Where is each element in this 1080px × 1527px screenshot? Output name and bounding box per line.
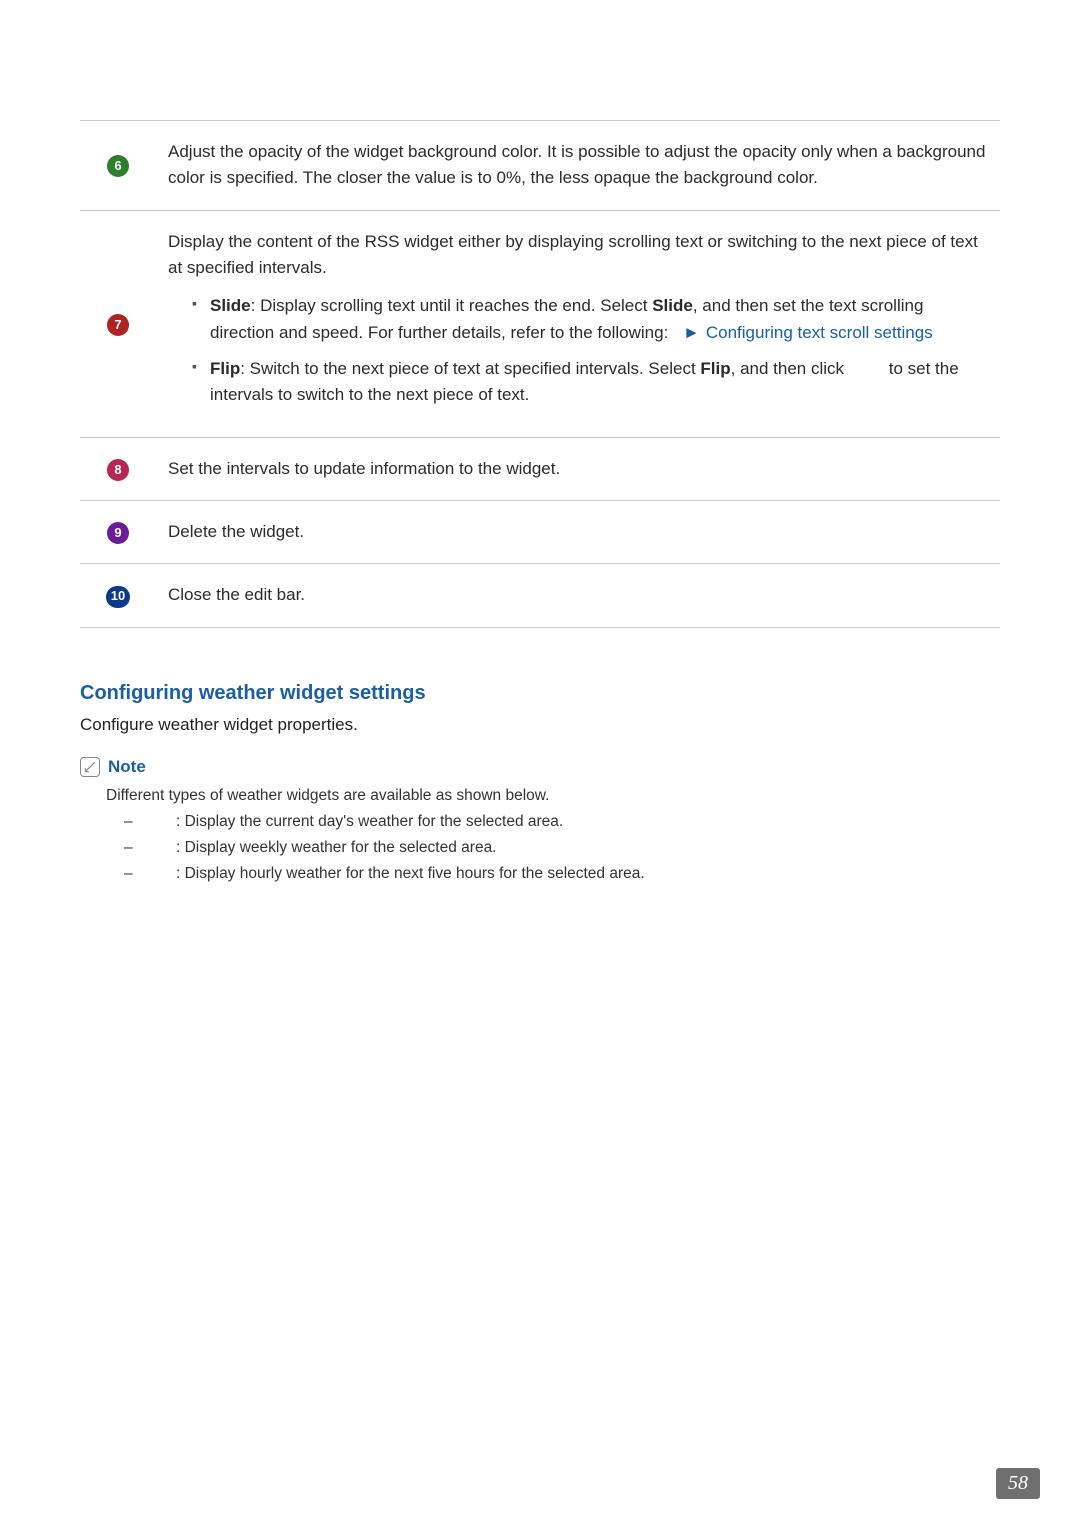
bullet-slide: Slide: Display scrolling text until it r… xyxy=(192,293,988,346)
note-intro: Different types of weather widgets are a… xyxy=(106,787,1000,805)
bullet-lead: Slide xyxy=(210,296,251,315)
note-header: Note xyxy=(80,757,1000,777)
bullet-text-a: : Switch to the next piece of text at sp… xyxy=(240,359,700,378)
document-page: 6 Adjust the opacity of the widget backg… xyxy=(0,0,1080,1527)
table-row: 8 Set the intervals to update informatio… xyxy=(80,437,1000,500)
note-icon xyxy=(80,757,100,777)
description-table: 6 Adjust the opacity of the widget backg… xyxy=(80,120,1000,628)
note-item-text: : Display the current day's weather for … xyxy=(176,813,563,830)
row-8-text: Set the intervals to update information … xyxy=(168,456,988,482)
note-body: Different types of weather widgets are a… xyxy=(80,787,1000,883)
bullet-text-a: : Display scrolling text until it reache… xyxy=(251,296,653,315)
bullet-lead2: Slide xyxy=(652,296,693,315)
note-item-text: : Display hourly weather for the next fi… xyxy=(176,865,645,882)
link-arrow-icon: ► xyxy=(683,323,700,342)
table-row: 9 Delete the widget. xyxy=(80,501,1000,564)
page-number: 58 xyxy=(996,1468,1040,1499)
row-7-content: Display the content of the RSS widget ei… xyxy=(168,229,988,409)
callout-badge-8: 8 xyxy=(107,459,129,481)
note-item: : Display hourly weather for the next fi… xyxy=(124,865,1000,883)
section-paragraph: Configure weather widget properties. xyxy=(80,715,1000,735)
note-item: : Display the current day's weather for … xyxy=(124,813,1000,831)
bullet-lead2: Flip xyxy=(700,359,730,378)
note-list: : Display the current day's weather for … xyxy=(106,813,1000,883)
row-10-text: Close the edit bar. xyxy=(168,582,988,608)
bullet-lead: Flip xyxy=(210,359,240,378)
bullet-flip: Flip: Switch to the next piece of text a… xyxy=(192,356,988,409)
bullet-text-b: , and then click xyxy=(731,359,844,378)
callout-badge-7: 7 xyxy=(107,314,129,336)
row-7-bullets: Slide: Display scrolling text until it r… xyxy=(168,293,988,408)
row-9-text: Delete the widget. xyxy=(168,519,988,545)
section-heading: Configuring weather widget settings xyxy=(80,682,1000,705)
table-row: 10 Close the edit bar. xyxy=(80,564,1000,627)
table-row: 7 Display the content of the RSS widget … xyxy=(80,210,1000,437)
callout-badge-10: 10 xyxy=(106,586,130,608)
table-row: 6 Adjust the opacity of the widget backg… xyxy=(80,121,1000,211)
callout-badge-6: 6 xyxy=(107,155,129,177)
row-7-intro: Display the content of the RSS widget ei… xyxy=(168,229,988,282)
note-item: : Display weekly weather for the selecte… xyxy=(124,839,1000,857)
note-item-text: : Display weekly weather for the selecte… xyxy=(176,839,497,856)
row-6-text: Adjust the opacity of the widget backgro… xyxy=(168,139,988,192)
callout-badge-9: 9 xyxy=(107,522,129,544)
note-label: Note xyxy=(108,757,146,777)
cross-ref-link[interactable]: Configuring text scroll settings xyxy=(706,323,933,342)
